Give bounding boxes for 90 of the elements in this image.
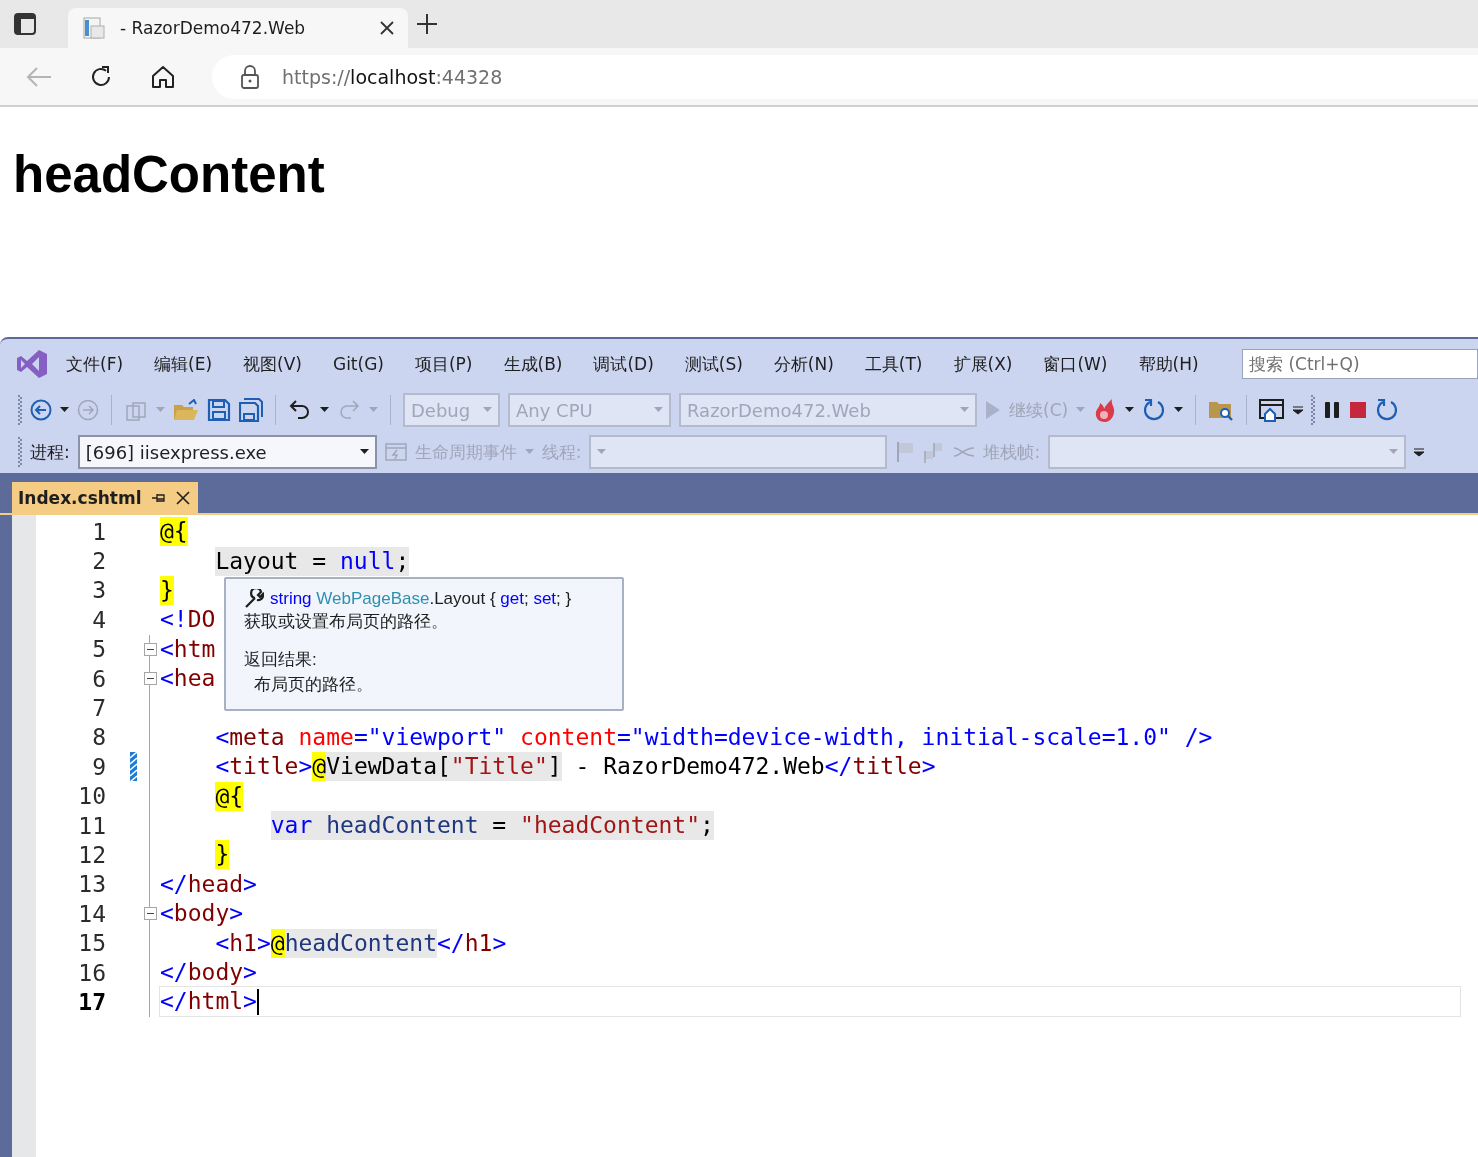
line-number: 11 [77,812,106,839]
close-icon[interactable] [175,490,190,505]
caret-icon[interactable] [320,407,329,413]
sidebar-icon[interactable] [14,13,36,35]
line-number: 6 [91,665,106,692]
menu-item[interactable]: 帮助(H) [1138,348,1199,380]
url-text[interactable]: https://localhost:44328 [282,65,503,88]
line-number: 7 [91,695,106,722]
logo-icon [16,348,48,380]
open-folder-icon[interactable] [173,399,199,421]
menu-item[interactable]: 文件(F) [66,348,124,380]
caret-icon[interactable] [359,449,369,455]
window-home-icon[interactable] [1259,398,1286,422]
line-number: 9 [91,753,106,780]
code-line: <htm [160,634,216,664]
thread-switch-icon[interactable] [953,444,976,460]
caret-icon[interactable] [60,407,69,413]
caret-icon[interactable] [1125,407,1135,413]
play-icon [985,400,1001,420]
line-number: 10 [77,783,106,810]
pin-icon[interactable] [151,491,166,504]
thread-label: 线程: [541,440,582,464]
toolbar-grip-icon [18,437,22,467]
menu-item[interactable]: Git(G) [332,350,384,378]
line-number: 12 [77,842,106,868]
code-line: </body> [160,958,257,988]
close-icon[interactable] [380,21,394,35]
menu-item[interactable]: 项目(P) [414,348,473,380]
menu-item[interactable]: 扩展(X) [953,348,1013,380]
collapse-icon[interactable] [143,642,157,656]
menu-item[interactable]: 测试(S) [684,348,743,380]
page-heading: headContent [13,145,325,204]
returns-label: 返回结果: [244,650,317,669]
menu-item[interactable]: 视图(V) [243,348,302,380]
code-line: </html> [160,987,1460,1017]
stop-icon[interactable] [1349,401,1368,419]
menu-item[interactable]: 编辑(E) [154,348,213,380]
menu-item[interactable]: 生成(B) [503,348,563,380]
save-icon[interactable] [207,398,231,422]
menu-item[interactable]: 窗口(W) [1043,348,1108,380]
line-number: 8 [91,724,106,751]
summary-text: 获取或设置布局页的路径。 [244,612,448,631]
code-line: <hea [160,664,216,694]
menu-item[interactable]: 工具(T) [864,348,923,380]
new-tab-icon[interactable] [416,13,438,35]
lock-icon [240,64,260,89]
save-all-icon[interactable] [239,398,263,422]
document-icon [82,16,106,40]
document-tab[interactable]: Index.cshtml [12,482,198,513]
code-line: <h1>@headContent</h1> [214,928,507,958]
code-line: <body> [160,899,244,929]
back-icon[interactable] [30,399,52,421]
menu-item[interactable]: 分析(N) [773,348,834,380]
line-number: 4 [91,606,106,633]
line-number: 14 [77,900,106,927]
pause-icon[interactable] [1323,401,1342,419]
line-number: 16 [77,959,106,986]
collapse-icon[interactable] [143,672,157,686]
line-number: 13 [77,871,106,898]
signature-text: string WebPageBase.Layout { get; set; } [270,589,572,609]
wrench-icon [244,589,264,609]
stack-frame-label: 堆栈帧: [983,440,1041,464]
line-number: 15 [77,930,106,957]
overflow-icon[interactable] [1414,447,1425,457]
code-line: </head> [160,869,257,899]
toolbar-grip-icon [18,395,22,425]
code-line: var headContent = "headContent"; [269,811,714,841]
code-line: Layout = null; [214,546,410,576]
browser-tab[interactable]: - RazorDemo472.Web [68,8,408,48]
home-icon[interactable] [150,63,176,90]
process-label: 进程: [30,440,70,464]
undo-icon[interactable] [288,398,312,422]
process-dropdown[interactable]: [696] iisexpress.exe [77,435,377,469]
overflow-icon[interactable] [1293,405,1304,415]
menu-item[interactable]: 调试(D) [593,348,654,380]
restart-icon[interactable] [1375,398,1400,422]
address-bar[interactable]: https://localhost:44328 [212,54,1478,99]
code-line: <meta name="viewport" content="width=device-width, initial-scale=1.0" /> [214,722,1213,752]
line-number: 17 [77,988,106,1015]
line-number: 3 [91,577,106,604]
code-line: <!DO [160,605,216,635]
line-number: 1 [91,518,106,545]
search-field[interactable]: 搜索 (Ctrl+Q) [1242,349,1478,379]
line-number: 5 [91,636,106,663]
line-number: 2 [91,548,106,575]
returns-text: 布局页的路径。 [253,674,373,696]
restart-icon[interactable] [1142,398,1167,422]
collapse-icon[interactable] [143,907,157,921]
caret-icon[interactable] [1174,407,1184,413]
toolbar-grip-icon [1311,395,1316,425]
